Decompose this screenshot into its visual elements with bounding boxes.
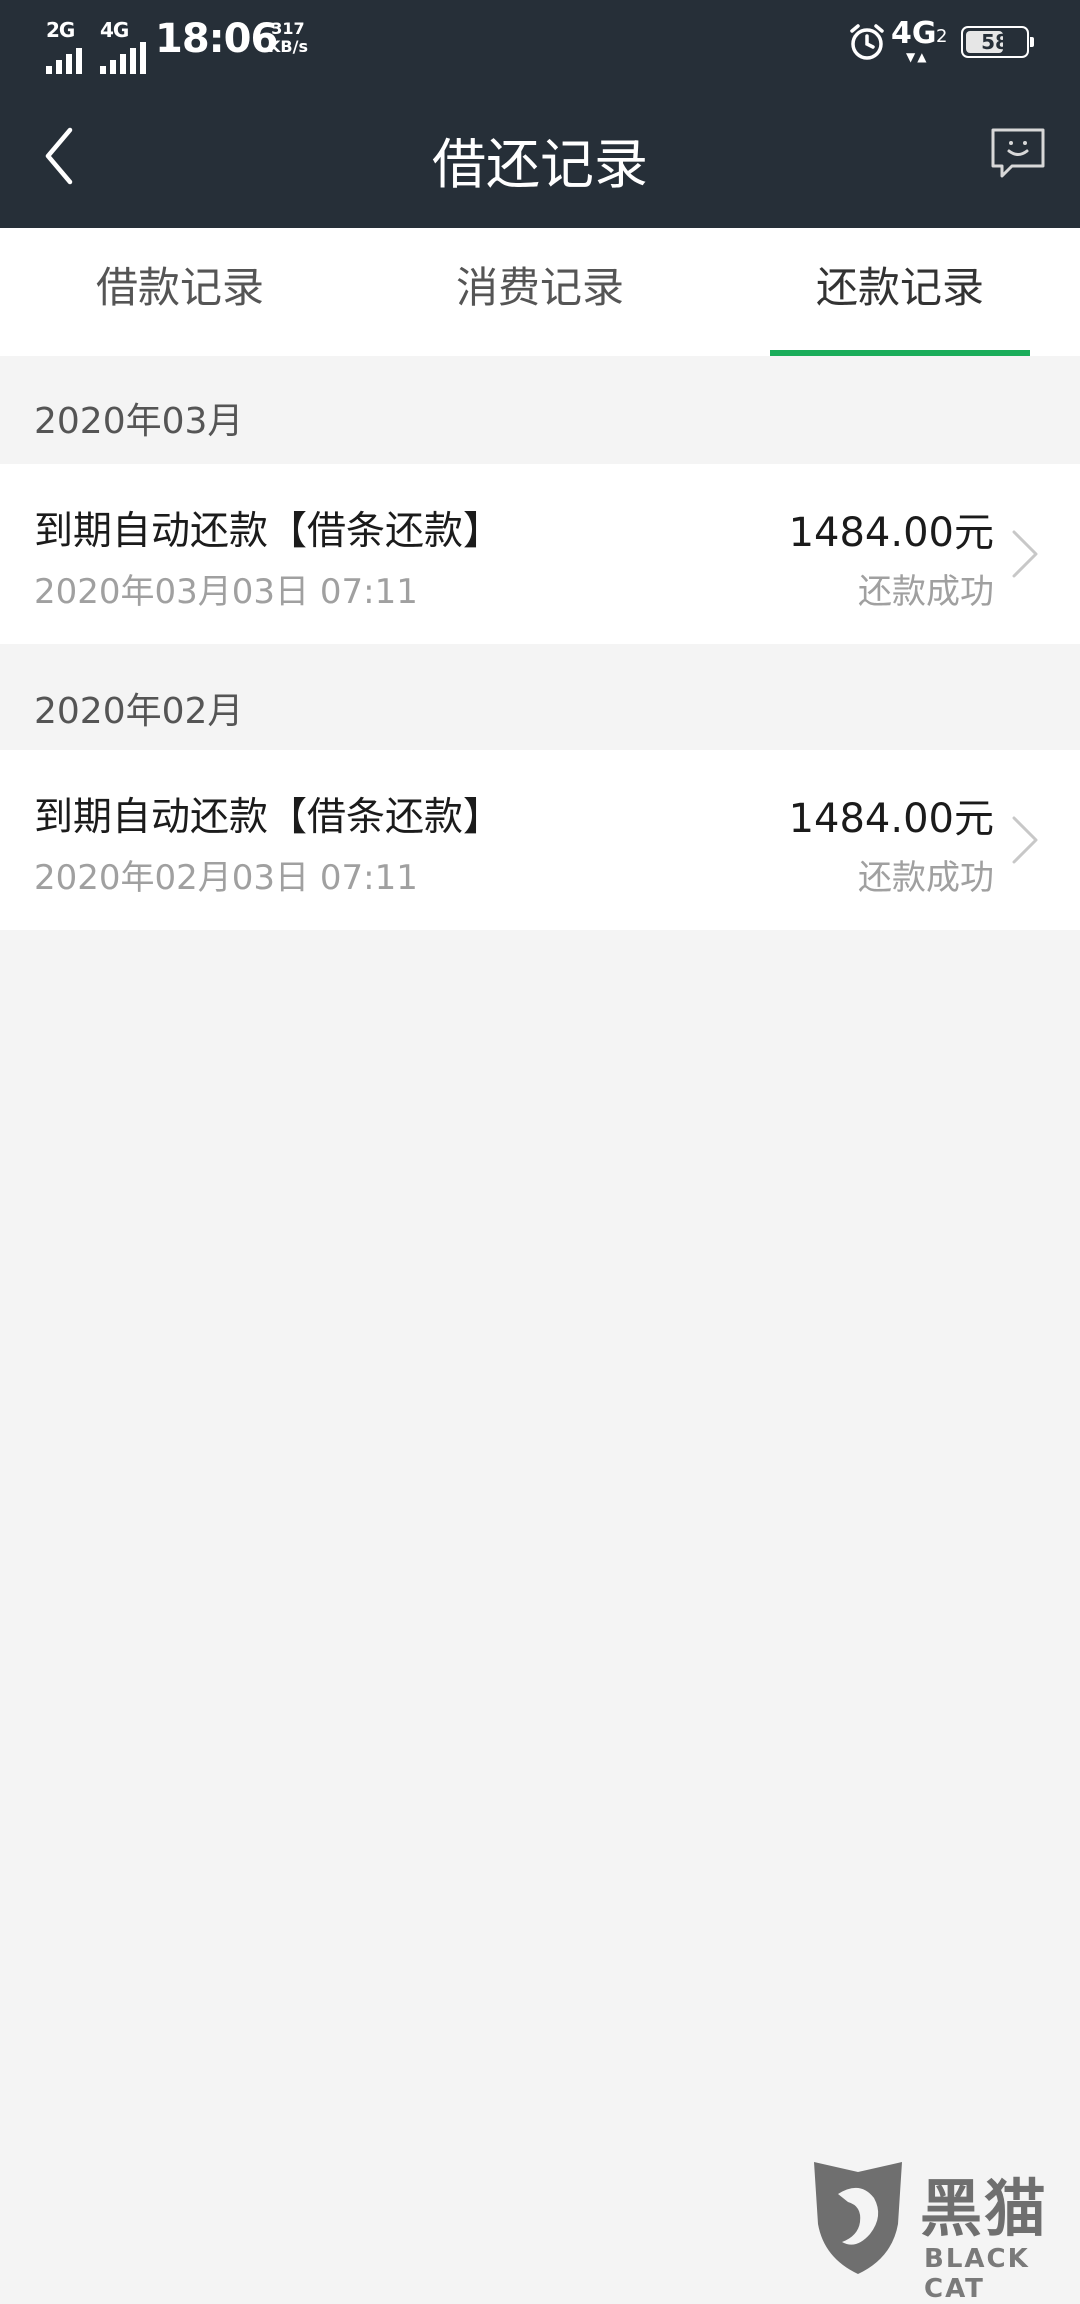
repayment-record-row[interactable]: 到期自动还款【借条还款】 2020年03月03日 07:11 1484.00元 … (0, 464, 1080, 644)
record-title: 到期自动还款【借条还款】 (34, 509, 503, 554)
network-speed-unit: KB/s (268, 37, 308, 56)
feedback-button[interactable] (990, 126, 1046, 182)
record-date: 2020年03月03日 07:11 (34, 572, 418, 612)
record-amount: 1484.00元 (788, 796, 994, 842)
tab-label: 还款记录 (815, 263, 984, 312)
record-status: 还款成功 (858, 572, 994, 612)
battery-percent: 58 (981, 30, 1009, 54)
signal-bars-icon (46, 48, 82, 74)
record-amount: 1484.00元 (788, 510, 994, 556)
signal-bars-icon (100, 42, 146, 74)
watermark-text: 黑猫 (920, 2172, 1049, 2245)
chevron-right-icon (1012, 816, 1038, 864)
status-bar: 2G 4G 18:06 317 KB/s 4G 2 ▼▲ 58 (0, 0, 1080, 84)
sim2-network-type: 4G (100, 18, 129, 42)
tab-label: 消费记录 (455, 263, 624, 312)
black-cat-watermark: 黑猫 BLACK CAT (808, 2158, 1080, 2304)
month-header: 2020年03月 (34, 401, 244, 442)
page-title: 借还记录 (432, 133, 648, 196)
watermark-subtext: BLACK CAT (924, 2244, 1030, 2304)
record-title: 到期自动还款【借条还款】 (34, 795, 503, 840)
black-cat-logo-icon (814, 2162, 902, 2274)
title-bar: 借还记录 (0, 84, 1080, 228)
network-speed-value: 317 (271, 19, 305, 38)
network-speed: 317 KB/s (268, 20, 308, 56)
alarm-clock-icon (850, 24, 884, 60)
sim1-network-type: 2G (46, 18, 75, 42)
mobile-network-type: 4G (891, 16, 937, 51)
tab-label: 借款记录 (95, 263, 264, 312)
record-status: 还款成功 (858, 858, 994, 898)
chat-bubble-smile-icon (991, 128, 1045, 178)
tab-repayment-records[interactable]: 还款记录 (720, 228, 1080, 356)
record-date: 2020年02月03日 07:11 (34, 858, 418, 898)
battery-icon: 58 (961, 26, 1034, 58)
back-button[interactable] (40, 124, 84, 188)
repayment-record-row[interactable]: 到期自动还款【借条还款】 2020年02月03日 07:11 1484.00元 … (0, 750, 1080, 930)
tab-borrow-records[interactable]: 借款记录 (0, 228, 360, 356)
tab-consumption-records[interactable]: 消费记录 (360, 228, 720, 356)
status-time: 18:06 (155, 16, 278, 62)
record-tabs: 借款记录 消费记录 还款记录 (0, 228, 1080, 356)
chevron-left-icon (45, 127, 73, 185)
data-activity-icon: ▼▲ (906, 50, 929, 64)
chevron-right-icon (1012, 530, 1038, 578)
mobile-network-sim: 2 (936, 26, 948, 47)
active-tab-indicator (770, 350, 1030, 356)
